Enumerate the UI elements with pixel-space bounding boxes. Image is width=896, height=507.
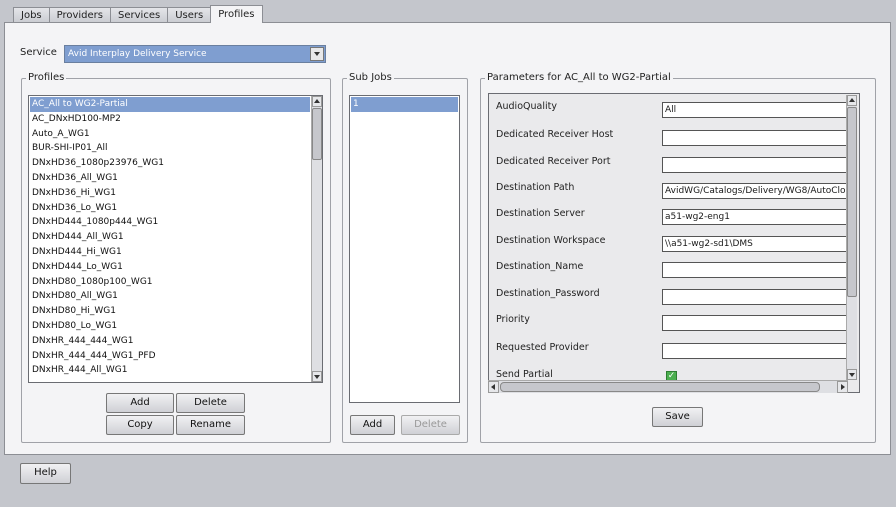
param-label: Destination_Name [496, 261, 584, 272]
parameters-hscrollbar[interactable] [488, 380, 848, 393]
scroll-down-arrow-icon[interactable] [312, 371, 322, 382]
profile-list-item[interactable]: DNxHD80_All_WG1 [30, 289, 310, 304]
param-label: Priority [496, 314, 530, 325]
param-field[interactable]: AvidWG/Catalogs/Delivery/WG8/AutoClou [662, 183, 848, 199]
scroll-left-arrow-icon[interactable] [488, 381, 499, 393]
param-field[interactable] [662, 343, 848, 359]
delete-subjob-button[interactable]: Delete [401, 415, 460, 435]
subjobs-items: 1 [351, 97, 458, 112]
param-field[interactable] [662, 289, 848, 305]
profile-list-item[interactable]: DNxHD36_1080p23976_WG1 [30, 156, 310, 171]
param-label: Send Partial [496, 369, 553, 380]
param-label: Requested Provider [496, 342, 589, 353]
profile-list-item[interactable]: DNxHR_444_All_WG1 [30, 363, 310, 378]
parameters-vscrollbar[interactable] [846, 95, 857, 380]
add-profile-button[interactable]: Add [106, 393, 174, 413]
profile-list-item[interactable]: DNxHD444_Hi_WG1 [30, 245, 310, 260]
scroll-up-arrow-icon[interactable] [847, 95, 857, 106]
tab-services[interactable]: Services [110, 7, 169, 23]
profile-list-item[interactable]: DNxHD36_Lo_WG1 [30, 201, 310, 216]
param-label: Destination Workspace [496, 235, 606, 246]
help-button[interactable]: Help [20, 463, 71, 484]
param-field[interactable] [662, 157, 848, 173]
profile-list-item[interactable]: DNxHD80_Hi_WG1 [30, 304, 310, 319]
tab-bar: Jobs Providers Services Users Profiles [13, 5, 263, 23]
delete-profile-button[interactable]: Delete [176, 393, 245, 413]
add-subjob-button[interactable]: Add [350, 415, 395, 435]
subjobs-group-title: Sub Jobs [347, 72, 394, 84]
profiles-scrollbar[interactable] [311, 96, 322, 382]
param-field[interactable]: a51-wg2-eng1 [662, 209, 848, 225]
tab-providers[interactable]: Providers [48, 7, 112, 23]
subjob-list-item[interactable]: 1 [351, 97, 458, 112]
profiles-items: AC_All to WG2-Partial AC_DNxHD100-MP2 Auto… [30, 97, 310, 378]
tab-users[interactable]: Users [167, 7, 212, 23]
tab-profiles[interactable]: Profiles [210, 5, 263, 23]
param-label: Dedicated Receiver Host [496, 129, 614, 140]
param-field[interactable]: \\a51-wg2-sd1\DMS [662, 236, 848, 252]
profiles-group-title: Profiles [26, 72, 67, 84]
service-select[interactable]: Avid Interplay Delivery Service [64, 45, 326, 63]
param-label: AudioQuality [496, 101, 557, 112]
scroll-thumb[interactable] [312, 108, 322, 160]
param-field[interactable]: All [662, 102, 848, 118]
rename-profile-button[interactable]: Rename [176, 415, 245, 435]
profile-list-item[interactable]: AC_DNxHD100-MP2 [30, 112, 310, 127]
service-select-value: Avid Interplay Delivery Service [68, 49, 207, 59]
profile-list-item[interactable]: DNxHD36_All_WG1 [30, 171, 310, 186]
param-label: Destination_Password [496, 288, 600, 299]
param-label: Destination Server [496, 208, 585, 219]
profile-list-item[interactable]: DNxHD36_Hi_WG1 [30, 186, 310, 201]
profile-list-item[interactable]: DNxHR_444_444_WG1 [30, 334, 310, 349]
profile-list-item[interactable]: DNxHD80_1080p100_WG1 [30, 275, 310, 290]
param-field[interactable] [662, 130, 848, 146]
param-label: Destination Path [496, 182, 575, 193]
profile-list-item[interactable]: DNxHD444_All_WG1 [30, 230, 310, 245]
profile-list-item[interactable]: DNxHD444_1080p444_WG1 [30, 215, 310, 230]
profile-list-item[interactable]: DNxHD80_Lo_WG1 [30, 319, 310, 334]
chevron-down-icon[interactable] [310, 47, 324, 61]
save-button[interactable]: Save [652, 407, 703, 427]
profile-list-item[interactable]: Auto_A_WG1 [30, 127, 310, 142]
param-field[interactable] [662, 315, 848, 331]
tab-jobs[interactable]: Jobs [13, 7, 50, 23]
profile-list-item[interactable]: BUR-SHI-IP01_All [30, 141, 310, 156]
scroll-thumb[interactable] [847, 107, 857, 297]
service-label: Service [20, 47, 57, 58]
profiles-list[interactable]: AC_All to WG2-Partial AC_DNxHD100-MP2 Auto… [28, 95, 323, 383]
subjobs-list[interactable]: 1 [349, 95, 460, 403]
param-label: Dedicated Receiver Port [496, 156, 611, 167]
scroll-down-arrow-icon[interactable] [847, 369, 857, 380]
scroll-thumb[interactable] [500, 382, 820, 392]
profile-list-item[interactable]: DNxHD444_Lo_WG1 [30, 260, 310, 275]
copy-profile-button[interactable]: Copy [106, 415, 174, 435]
parameters-group-title: Parameters for AC_All to WG2-Partial [485, 72, 673, 84]
profile-list-item[interactable]: AC_All to WG2-Partial [30, 97, 310, 112]
scroll-up-arrow-icon[interactable] [312, 96, 322, 107]
scroll-right-arrow-icon[interactable] [837, 381, 848, 393]
profile-list-item[interactable]: DNxHR_444_444_WG1_PFD [30, 349, 310, 364]
param-field[interactable] [662, 262, 848, 278]
